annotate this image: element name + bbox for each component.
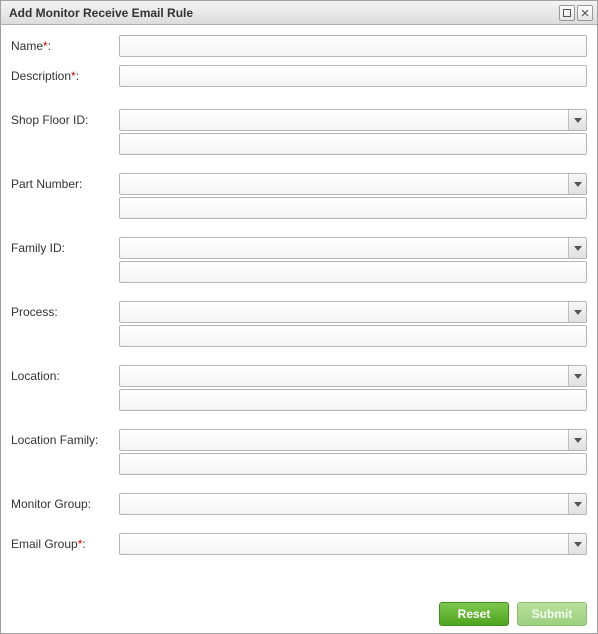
email-group-combo[interactable] [119, 533, 587, 555]
chevron-down-icon [574, 113, 582, 127]
process-extra-input[interactable] [119, 325, 587, 347]
chevron-down-icon [574, 497, 582, 511]
label-colon: : [76, 69, 79, 83]
part-number-trigger[interactable] [568, 174, 586, 194]
label-process: Process: [11, 301, 119, 319]
shop-floor-id-trigger[interactable] [568, 110, 586, 130]
dialog-footer: Reset Submit [1, 595, 597, 633]
monitor-group-combo[interactable] [119, 493, 587, 515]
row-shop-floor-id-extra [11, 133, 587, 155]
description-input[interactable] [119, 65, 587, 87]
window-title: Add Monitor Receive Email Rule [9, 6, 559, 20]
row-part-number-extra [11, 197, 587, 219]
chevron-down-icon [574, 241, 582, 255]
process-combo[interactable] [119, 301, 587, 323]
close-icon [581, 9, 589, 17]
location-family-extra-input[interactable] [119, 453, 587, 475]
row-process: Process: [11, 301, 587, 323]
label-email-group: Email Group*: [11, 533, 119, 551]
form-body: Name*: Description*: Shop Floor ID: [1, 25, 597, 595]
shop-floor-id-combo[interactable] [119, 109, 587, 131]
family-id-input[interactable] [119, 237, 587, 259]
location-extra-input[interactable] [119, 389, 587, 411]
location-family-input[interactable] [119, 429, 587, 451]
label-description-text: Description [11, 69, 71, 83]
process-input[interactable] [119, 301, 587, 323]
location-family-combo[interactable] [119, 429, 587, 451]
label-location-family: Location Family: [11, 429, 119, 447]
chevron-down-icon [574, 177, 582, 191]
part-number-combo[interactable] [119, 173, 587, 195]
window-controls [559, 5, 593, 21]
dialog-window: Add Monitor Receive Email Rule Name*: [0, 0, 598, 634]
row-email-group: Email Group*: [11, 533, 587, 555]
location-family-trigger[interactable] [568, 430, 586, 450]
label-description: Description*: [11, 65, 119, 83]
maximize-icon [563, 9, 571, 17]
process-trigger[interactable] [568, 302, 586, 322]
row-location-family: Location Family: [11, 429, 587, 451]
label-colon: : [48, 39, 51, 53]
label-family-id: Family ID: [11, 237, 119, 255]
email-group-input[interactable] [119, 533, 587, 555]
monitor-group-trigger[interactable] [568, 494, 586, 514]
label-shop-floor-id: Shop Floor ID: [11, 109, 119, 127]
label-email-group-text: Email Group [11, 537, 78, 551]
label-location: Location: [11, 365, 119, 383]
chevron-down-icon [574, 305, 582, 319]
row-family-id-extra [11, 261, 587, 283]
row-family-id: Family ID: [11, 237, 587, 259]
row-process-extra [11, 325, 587, 347]
row-part-number: Part Number: [11, 173, 587, 195]
family-id-trigger[interactable] [568, 238, 586, 258]
row-shop-floor-id: Shop Floor ID: [11, 109, 587, 131]
label-monitor-group: Monitor Group: [11, 493, 119, 511]
row-location-extra [11, 389, 587, 411]
name-input[interactable] [119, 35, 587, 57]
part-number-input[interactable] [119, 173, 587, 195]
row-location: Location: [11, 365, 587, 387]
label-name-text: Name [11, 39, 43, 53]
label-name: Name*: [11, 35, 119, 53]
part-number-extra-input[interactable] [119, 197, 587, 219]
location-combo[interactable] [119, 365, 587, 387]
email-group-trigger[interactable] [568, 534, 586, 554]
label-colon: : [82, 537, 85, 551]
titlebar: Add Monitor Receive Email Rule [1, 1, 597, 25]
row-description: Description*: [11, 65, 587, 87]
row-monitor-group: Monitor Group: [11, 493, 587, 515]
close-button[interactable] [577, 5, 593, 21]
row-location-family-extra [11, 453, 587, 475]
reset-button[interactable]: Reset [439, 602, 509, 626]
family-id-extra-input[interactable] [119, 261, 587, 283]
location-input[interactable] [119, 365, 587, 387]
chevron-down-icon [574, 433, 582, 447]
maximize-button[interactable] [559, 5, 575, 21]
row-name: Name*: [11, 35, 587, 57]
shop-floor-id-input[interactable] [119, 109, 587, 131]
label-part-number: Part Number: [11, 173, 119, 191]
shop-floor-id-extra-input[interactable] [119, 133, 587, 155]
chevron-down-icon [574, 537, 582, 551]
monitor-group-input[interactable] [119, 493, 587, 515]
family-id-combo[interactable] [119, 237, 587, 259]
submit-button: Submit [517, 602, 587, 626]
location-trigger[interactable] [568, 366, 586, 386]
chevron-down-icon [574, 369, 582, 383]
